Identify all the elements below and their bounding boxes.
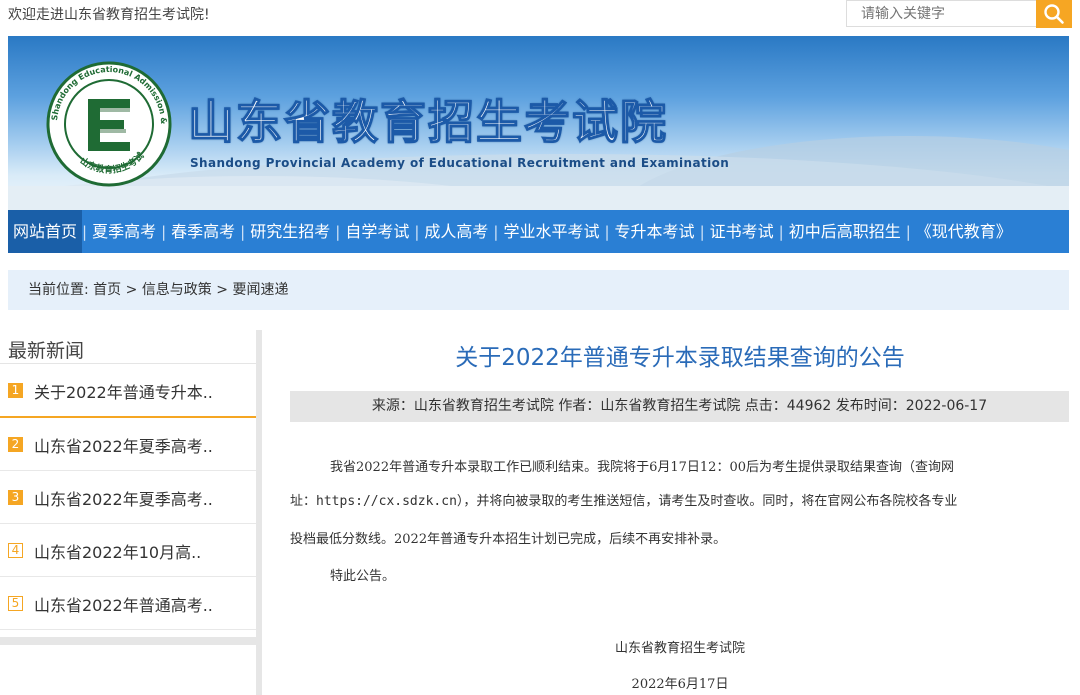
sidebar-title: 最新新闻 (8, 340, 85, 362)
news-item[interactable]: 3 山东省2022年夏季高考.. (0, 471, 256, 524)
nav-item[interactable]: 专升本考试 (610, 210, 700, 253)
news-item[interactable]: 2 山东省2022年夏季高考.. (0, 418, 256, 471)
article-paragraph: 址：https://cx.sdzk.cn），并将向被录取的考生推送短信，请考生及… (290, 490, 1065, 509)
nav-item[interactable]: 夏季高考 (87, 210, 161, 253)
nav-item[interactable]: 研究生招考 (245, 210, 335, 253)
nav-item[interactable]: 《现代教育》 (911, 210, 1017, 253)
article-meta: 来源：山东省教育招生考试院 作者：山东省教育招生考试院 点击：44962 发布时… (290, 391, 1069, 422)
header-banner: Shandong Educational Admission & Examina… (8, 36, 1069, 210)
query-url-link[interactable]: https://cx.sdzk.cn (316, 494, 457, 509)
main-nav: 网站首页 | 夏季高考 | 春季高考 | 研究生招考 | 自学考试 | 成人高考 | 学业水平考试 | 专升… (8, 210, 1069, 253)
breadcrumb-home[interactable]: 首页 (93, 282, 121, 298)
nav-item[interactable]: 初中后高职招生 (784, 210, 906, 253)
news-rank-badge: 3 (8, 490, 23, 505)
article-paragraph: 我省2022年普通专升本录取工作已顺利结束。我院将于6月17日12：00后为考生… (330, 460, 954, 475)
nav-item[interactable]: 成人高考 (419, 210, 493, 253)
news-rank-badge: 1 (8, 383, 23, 398)
breadcrumb: 当前位置: 首页 > 信息与政策 > 要闻速递 (8, 270, 1069, 310)
news-item[interactable]: 4 山东省2022年10月高.. (0, 524, 256, 577)
news-list: 1 关于2022年普通专升本.. 2 山东省2022年夏季高考.. 3 山东省2… (0, 364, 256, 630)
news-item[interactable]: 1 关于2022年普通专升本.. (0, 364, 256, 418)
academy-logo-icon[interactable]: Shandong Educational Admission & Examina… (46, 61, 172, 187)
news-item[interactable]: 5 山东省2022年普通高考.. (0, 577, 256, 630)
news-item-title[interactable]: 山东省2022年夏季高考.. (34, 433, 213, 457)
nav-item[interactable]: 春季高考 (166, 210, 240, 253)
news-rank-badge: 5 (8, 596, 23, 611)
breadcrumb-separator: > (125, 282, 138, 298)
nav-item[interactable]: 证书考试 (705, 210, 779, 253)
news-item-title[interactable]: 山东省2022年夏季高考.. (34, 486, 213, 510)
article-date: 2022年6月17日 (631, 677, 729, 692)
article-text: ），并将向被录取的考生推送短信，请考生及时查收。同时，将在官网公布各院校各专业 (456, 494, 958, 509)
breadcrumb-prefix: 当前位置: (28, 282, 89, 298)
breadcrumb-separator: > (216, 282, 228, 298)
article-paragraph: 特此公告。 (330, 569, 396, 584)
nav-item[interactable]: 网站首页 (8, 210, 83, 253)
nav-item[interactable]: 自学考试 (340, 210, 414, 253)
article-title: 关于2022年普通专升本录取结果查询的公告 (455, 345, 905, 371)
news-item-title[interactable]: 关于2022年普通专升本.. (34, 379, 213, 403)
banner-ground (8, 186, 1069, 210)
article-text: 址： (290, 494, 317, 509)
news-item-title[interactable]: 山东省2022年普通高考.. (34, 592, 213, 616)
breadcrumb-level1[interactable]: 信息与政策 (142, 282, 212, 298)
news-item-title[interactable]: 山东省2022年10月高.. (34, 539, 201, 563)
top-bar: 欢迎走进山东省教育招生考试院! (0, 0, 1080, 30)
nav-item[interactable]: 学业水平考试 (498, 210, 604, 253)
breadcrumb-level2[interactable]: 要闻速递 (232, 282, 288, 298)
welcome-text: 欢迎走进山东省教育招生考试院! (8, 7, 210, 23)
site-title: 山东省教育招生考试院 (187, 94, 668, 149)
latest-news-sidebar: 最新新闻 1 关于2022年普通专升本.. 2 山东省2022年夏季高考.. 3… (0, 330, 262, 695)
search-button[interactable] (1036, 0, 1072, 28)
article-signature: 山东省教育招生考试院 (614, 641, 745, 656)
divider (0, 637, 256, 645)
article-paragraph: 投档最低分数线。2022年普通专升本招生计划已完成，后续不再安排补录。 (290, 532, 727, 547)
site-title-english: Shandong Provincial Academy of Education… (190, 156, 730, 170)
news-rank-badge: 4 (8, 543, 23, 558)
news-rank-badge: 2 (8, 437, 23, 452)
search-icon (1044, 4, 1064, 24)
search-input[interactable] (846, 0, 1036, 27)
